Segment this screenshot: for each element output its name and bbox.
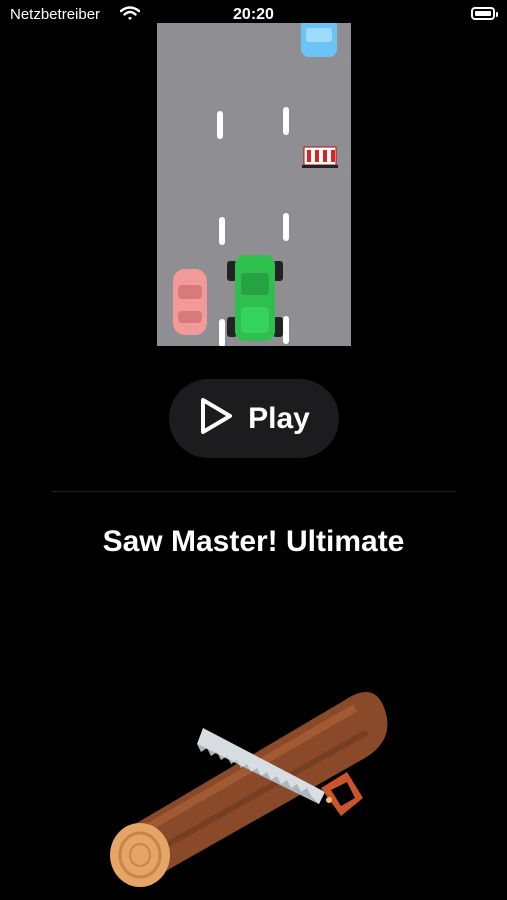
pink-car xyxy=(173,269,207,335)
player-car xyxy=(227,255,283,341)
car-racing-game-preview[interactable] xyxy=(157,23,351,346)
featured-game-title: Saw Master! Ultimate xyxy=(102,525,405,558)
clock: 20:20 xyxy=(233,6,274,23)
play-label: Play xyxy=(248,401,310,435)
divider xyxy=(52,491,456,492)
road-barrier xyxy=(302,146,338,168)
battery-icon xyxy=(471,7,498,20)
play-icon xyxy=(198,396,234,441)
saw-and-log-art[interactable] xyxy=(85,640,422,890)
blue-car xyxy=(301,23,337,57)
play-button[interactable]: Play xyxy=(169,379,339,458)
